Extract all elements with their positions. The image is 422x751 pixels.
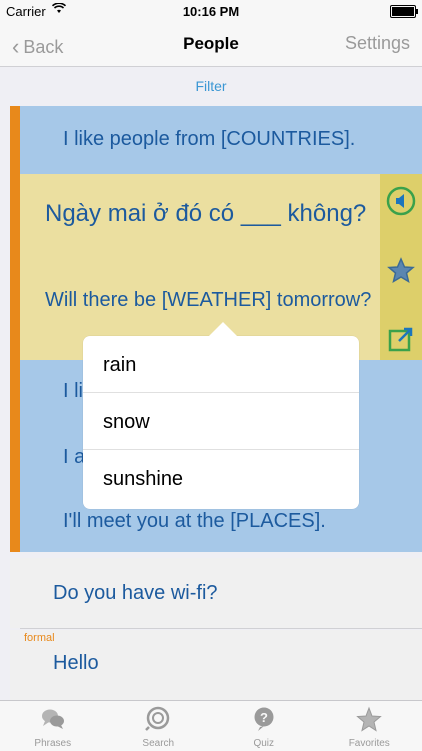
option-label: sunshine xyxy=(103,468,183,491)
option-label: snow xyxy=(103,411,150,434)
share-icon[interactable] xyxy=(386,324,416,354)
phrase-row[interactable]: I like people from [COUNTRIES]. xyxy=(10,106,422,174)
phrase-text: I like people from [COUNTRIES]. xyxy=(63,128,355,151)
tab-label: Search xyxy=(106,738,212,749)
navigation-bar: ‹Back People Settings xyxy=(0,22,422,67)
row-divider xyxy=(20,628,422,629)
phrases-icon xyxy=(40,706,66,732)
option-snow[interactable]: snow xyxy=(83,393,359,450)
option-rain[interactable]: rain xyxy=(83,336,359,393)
phrase-text: Hello xyxy=(53,652,99,675)
phrase-actions xyxy=(380,174,422,360)
tab-bar: Phrases Search ? Quiz Favorites xyxy=(0,700,422,751)
quiz-icon: ? xyxy=(251,706,277,732)
tab-phrases[interactable]: Phrases xyxy=(0,701,106,751)
tab-favorites[interactable]: Favorites xyxy=(317,701,422,751)
tab-label: Favorites xyxy=(317,738,422,749)
phrase-text: Do you have wi-fi? xyxy=(53,582,218,605)
tab-label: Quiz xyxy=(211,738,317,749)
status-bar: Carrier 10:16 PM xyxy=(0,0,422,22)
option-label: rain xyxy=(103,354,136,377)
phrase-vietnamese: Ngày mai ở đó có ___ không? xyxy=(45,198,375,229)
weather-options-popover: rain snow sunshine xyxy=(83,336,359,509)
tab-label: Phrases xyxy=(0,738,106,749)
speaker-icon[interactable] xyxy=(386,186,416,216)
option-sunshine[interactable]: sunshine xyxy=(83,450,359,507)
phrase-row[interactable]: formal Hello xyxy=(10,630,422,700)
filter-button[interactable]: Filter xyxy=(0,66,422,106)
clock: 10:16 PM xyxy=(0,4,422,19)
star-icon[interactable] xyxy=(386,256,416,286)
svg-text:?: ? xyxy=(260,710,268,725)
tab-quiz[interactable]: ? Quiz xyxy=(211,701,317,751)
battery-icon xyxy=(390,5,416,18)
phrase-text: I'll meet you at the [PLACES]. xyxy=(63,510,326,533)
settings-button[interactable]: Settings xyxy=(345,33,410,54)
search-icon xyxy=(145,706,171,732)
popover-arrow xyxy=(209,322,237,336)
formality-tag: formal xyxy=(24,632,55,644)
phrase-english: Will there be [WEATHER] tomorrow? xyxy=(45,287,375,313)
tab-search[interactable]: Search xyxy=(106,701,212,751)
phrase-row[interactable]: Do you have wi-fi? xyxy=(10,558,422,628)
favorites-icon xyxy=(356,706,382,732)
